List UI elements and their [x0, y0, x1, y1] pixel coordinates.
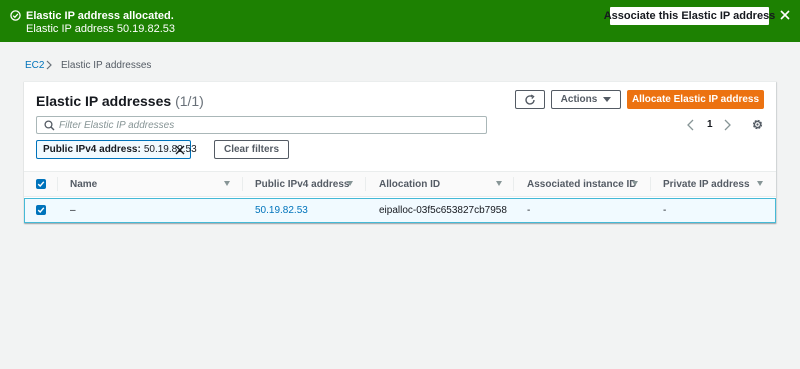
filter-token: Public IPv4 address: 50.19.82.53 — [36, 140, 197, 159]
column-divider — [365, 177, 366, 191]
cell-public-ipv4-link[interactable]: 50.19.82.53 — [255, 199, 308, 222]
sort-icon[interactable] — [496, 181, 502, 186]
column-header-public-ipv4[interactable]: Public IPv4 address — [255, 172, 350, 196]
filter-token-key: Public IPv4 address: — [43, 144, 141, 155]
flash-message: Elastic IP address 50.19.82.53 — [26, 23, 176, 35]
column-header-allocation-id[interactable]: Allocation ID — [379, 172, 440, 196]
chevron-right-icon — [46, 60, 52, 70]
sort-icon[interactable] — [347, 181, 353, 186]
column-header-name[interactable]: Name — [70, 172, 97, 196]
check-circle-icon — [10, 10, 21, 21]
column-divider — [650, 177, 651, 191]
column-header-private-ip[interactable]: Private IP address — [663, 172, 750, 196]
chevron-right-icon[interactable] — [722, 119, 732, 131]
associate-eip-button[interactable]: Associate this Elastic IP address — [604, 7, 775, 25]
success-flash-bar: Elastic IP address allocated. Elastic IP… — [0, 0, 800, 42]
sort-icon[interactable] — [757, 181, 763, 186]
panel-title: Elastic IP addresses (1/1) — [36, 93, 204, 109]
table-row[interactable]: – 50.19.82.53 eipalloc-03f5c653827cb7958… — [24, 198, 776, 223]
close-icon[interactable] — [778, 8, 792, 22]
cell-instance-id: - — [527, 205, 531, 216]
clear-filters-button[interactable]: Clear filters — [214, 140, 289, 159]
selection-count: (1/1) — [175, 93, 204, 109]
search-input[interactable] — [59, 118, 479, 132]
page-number[interactable]: 1 — [707, 119, 713, 130]
refresh-icon — [525, 93, 535, 105]
caret-down-icon — [603, 97, 612, 102]
panel-title-text: Elastic IP addresses — [36, 93, 172, 109]
column-header-instance-id[interactable]: Associated instance ID — [527, 172, 636, 196]
cell-name: – — [70, 205, 76, 216]
breadcrumb-ec2-link[interactable]: EC2 — [25, 60, 44, 71]
checkbox-checked-icon — [37, 181, 45, 188]
filter-token-value: 50.19.82.53 — [143, 144, 197, 155]
select-all-checkbox[interactable] — [36, 179, 46, 189]
cell-allocation-id: eipalloc-03f5c653827cb7958 — [379, 205, 507, 216]
close-icon[interactable] — [175, 145, 185, 155]
column-divider — [513, 177, 514, 191]
checkbox-checked-icon — [37, 207, 45, 214]
filter-search-box[interactable] — [36, 116, 487, 134]
elastic-ip-table-panel: Elastic IP addresses (1/1) Actions Alloc… — [24, 81, 776, 223]
column-divider — [57, 177, 58, 191]
actions-label: Actions — [560, 94, 598, 105]
sort-icon[interactable] — [632, 181, 638, 186]
search-icon — [44, 120, 55, 131]
table-header: Name Public IPv4 address Allocation ID A… — [24, 171, 776, 197]
row-checkbox[interactable] — [36, 205, 46, 215]
actions-dropdown[interactable]: Actions — [551, 90, 621, 109]
column-divider — [242, 177, 243, 191]
cell-private-ip: - — [663, 205, 667, 216]
breadcrumb-current: Elastic IP addresses — [61, 60, 152, 71]
flash-title: Elastic IP address allocated. — [26, 10, 174, 22]
allocate-eip-button[interactable]: Allocate Elastic IP address — [627, 90, 764, 109]
chevron-left-icon[interactable] — [686, 119, 696, 131]
sort-icon[interactable] — [224, 181, 230, 186]
refresh-button[interactable] — [515, 90, 545, 109]
gear-icon[interactable] — [751, 118, 764, 131]
